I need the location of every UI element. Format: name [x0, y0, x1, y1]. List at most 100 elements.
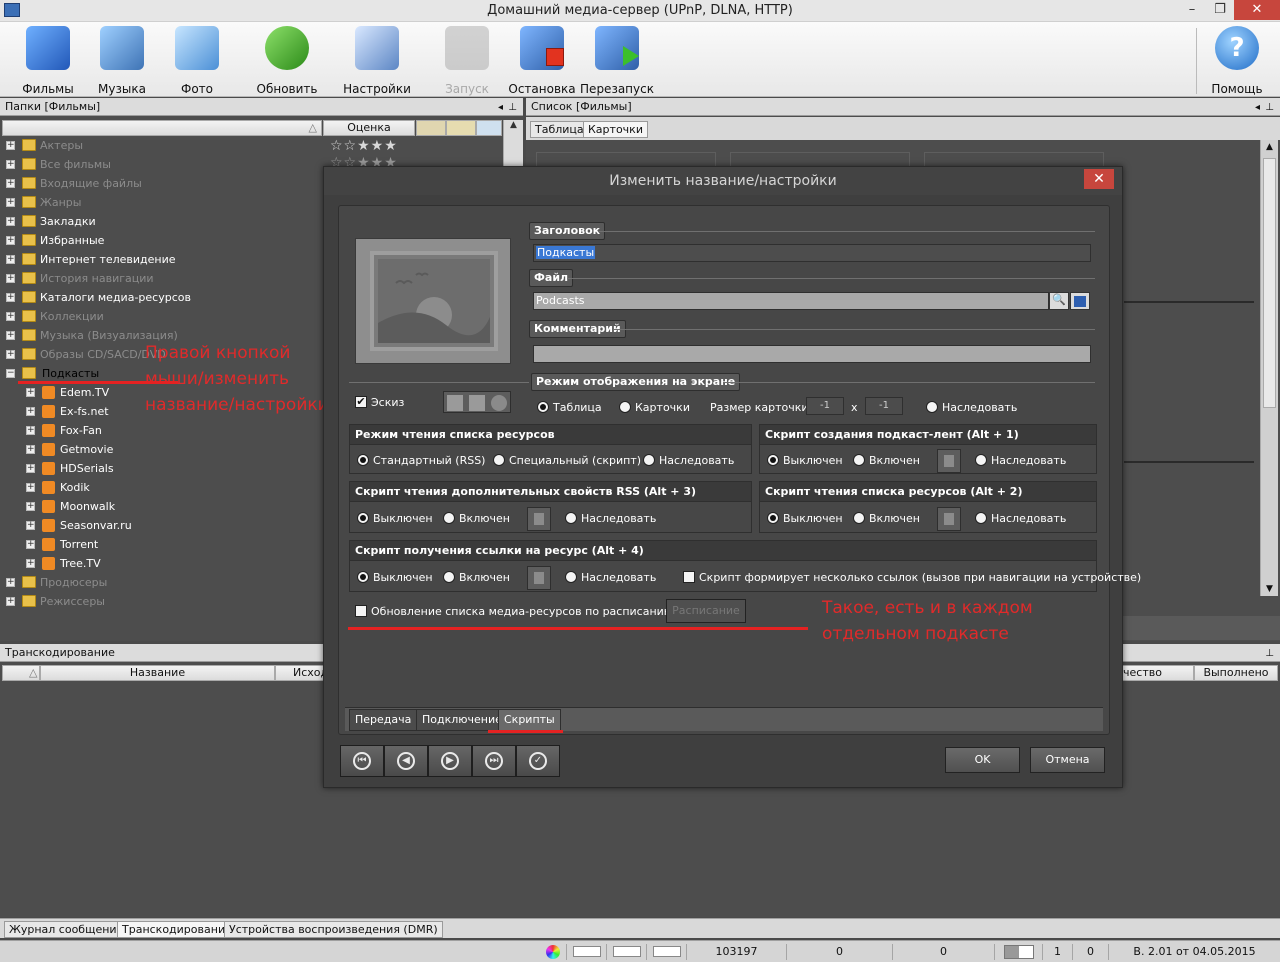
- scroll-down-icon[interactable]: ▼: [1262, 584, 1277, 594]
- pin-icon[interactable]: ⊥: [1265, 645, 1274, 662]
- last-button[interactable]: ⏭: [472, 745, 516, 777]
- rating-column-header[interactable]: Оценка: [323, 120, 415, 136]
- readscript-inherit-radio[interactable]: [975, 512, 987, 524]
- collapse-icon[interactable]: −: [6, 369, 15, 378]
- user-status-icon[interactable]: [994, 944, 1042, 960]
- edit-script-button[interactable]: [937, 449, 961, 473]
- pin-icon[interactable]: ⊥: [508, 99, 517, 116]
- sketch-tool-icon[interactable]: [447, 395, 463, 411]
- help-button[interactable]: ? Помощь: [1197, 26, 1277, 96]
- scroll-thumb[interactable]: [1263, 158, 1276, 408]
- tab-transcoding[interactable]: Транскодирование: [117, 921, 237, 938]
- folder-tree-item[interactable]: + История навигации: [0, 270, 323, 289]
- folder-tree-item[interactable]: + Жанры: [0, 194, 323, 213]
- expand-icon[interactable]: +: [6, 274, 15, 283]
- column-icon-2[interactable]: [446, 120, 476, 136]
- folder-tree-item[interactable]: + Режиссеры: [0, 593, 323, 612]
- podcast-tree-item[interactable]: + Torrent: [0, 536, 323, 555]
- list-scrollbar[interactable]: ▲ ▼: [1260, 140, 1278, 596]
- color-wheel-icon[interactable]: [540, 944, 566, 960]
- apply-button[interactable]: ✓: [516, 745, 560, 777]
- browse-search-icon[interactable]: 🔍: [1049, 292, 1069, 310]
- expand-icon[interactable]: +: [26, 540, 35, 549]
- podcast-tree-item[interactable]: + Kodik: [0, 479, 323, 498]
- expand-icon[interactable]: +: [6, 217, 15, 226]
- expand-icon[interactable]: +: [26, 426, 35, 435]
- expand-icon[interactable]: +: [6, 236, 15, 245]
- panel-arrow-icon[interactable]: ◂: [498, 99, 503, 116]
- read-special-radio[interactable]: [493, 454, 505, 466]
- folder-tree-item[interactable]: + Актеры: [0, 137, 323, 156]
- pin-icon[interactable]: ⊥: [1265, 99, 1274, 116]
- expand-icon[interactable]: +: [26, 521, 35, 530]
- next-button[interactable]: ▶: [428, 745, 472, 777]
- close-button[interactable]: ✕: [1234, 0, 1280, 20]
- folder-tree-item[interactable]: + Все фильмы: [0, 156, 323, 175]
- podcast-tree-item[interactable]: + Moonwalk: [0, 498, 323, 517]
- folder-tree-item[interactable]: + Коллекции: [0, 308, 323, 327]
- launch-button[interactable]: Запуск: [427, 26, 507, 96]
- rating-stars[interactable]: ☆☆★★★: [330, 138, 398, 154]
- tab-connection[interactable]: Подключение: [416, 709, 508, 731]
- podcast-inherit-radio[interactable]: [975, 454, 987, 466]
- sketch-tool-icon[interactable]: [469, 395, 485, 411]
- edit-script-button[interactable]: [527, 507, 551, 531]
- tab-scripts[interactable]: Скрипты: [498, 709, 561, 731]
- photo-button[interactable]: Фото: [157, 26, 237, 96]
- expand-icon[interactable]: +: [26, 464, 35, 473]
- cancel-button[interactable]: Отмена: [1030, 747, 1105, 773]
- tab-table[interactable]: Таблица: [530, 121, 589, 138]
- previous-button[interactable]: ◀: [384, 745, 428, 777]
- expand-icon[interactable]: +: [26, 559, 35, 568]
- stop-button[interactable]: Остановка: [502, 26, 582, 96]
- title-input[interactable]: Подкасты: [533, 244, 1091, 262]
- expand-icon[interactable]: +: [6, 350, 15, 359]
- restart-button[interactable]: Перезапуск: [577, 26, 657, 96]
- scroll-up-icon[interactable]: ▲: [504, 120, 523, 130]
- transcode-col-sort[interactable]: △: [2, 665, 40, 681]
- read-inherit-radio[interactable]: [643, 454, 655, 466]
- podcast-off-radio[interactable]: [767, 454, 779, 466]
- maximize-button[interactable]: ❐: [1206, 0, 1234, 20]
- podcast-tree-item[interactable]: + HDSerials: [0, 460, 323, 479]
- expand-icon[interactable]: +: [6, 312, 15, 321]
- expand-icon[interactable]: +: [6, 160, 15, 169]
- expand-icon[interactable]: +: [26, 407, 35, 416]
- expand-icon[interactable]: +: [6, 179, 15, 188]
- schedule-button[interactable]: Расписание: [666, 599, 746, 623]
- tab-cards[interactable]: Карточки: [583, 121, 648, 138]
- thumbnail-placeholder[interactable]: [355, 238, 511, 364]
- expand-icon[interactable]: +: [26, 502, 35, 511]
- expand-icon[interactable]: +: [26, 445, 35, 454]
- expand-icon[interactable]: +: [6, 578, 15, 587]
- folder-tree-item[interactable]: + Избранные: [0, 232, 323, 251]
- schedule-checkbox[interactable]: [355, 605, 367, 617]
- read-standard-radio[interactable]: [357, 454, 369, 466]
- minimize-button[interactable]: –: [1178, 0, 1206, 20]
- ok-button[interactable]: OK: [945, 747, 1020, 773]
- expand-icon[interactable]: +: [6, 198, 15, 207]
- transcode-col-name[interactable]: Название: [40, 665, 275, 681]
- save-icon[interactable]: [1070, 292, 1090, 310]
- settings-button[interactable]: Настройки: [337, 26, 417, 96]
- expand-icon[interactable]: +: [6, 597, 15, 606]
- podcast-tree-item[interactable]: + Seasonvar.ru: [0, 517, 323, 536]
- folder-tree-item[interactable]: + Каталоги медиа-ресурсов: [0, 289, 323, 308]
- sketch-checkbox[interactable]: ✔: [355, 396, 367, 408]
- folder-tree-item[interactable]: + Закладки: [0, 213, 323, 232]
- dialog-close-button[interactable]: ✕: [1084, 169, 1114, 189]
- tab-message-log[interactable]: Журнал сообщений: [4, 921, 129, 938]
- tree-column-header[interactable]: △: [2, 120, 322, 136]
- transcode-col-quality[interactable]: чество: [1122, 665, 1194, 681]
- column-icon-1[interactable]: [416, 120, 446, 136]
- multi-links-checkbox[interactable]: [683, 571, 695, 583]
- mode-inherit-radio[interactable]: [926, 401, 938, 413]
- readscript-on-radio[interactable]: [853, 512, 865, 524]
- podcast-tree-item[interactable]: + Tree.TV: [0, 555, 323, 574]
- tab-dmr-devices[interactable]: Устройства воспроизведения (DMR): [224, 921, 443, 938]
- scroll-up-icon[interactable]: ▲: [1262, 142, 1277, 152]
- file-input[interactable]: Podcasts: [533, 292, 1049, 310]
- transcode-col-source[interactable]: Исход: [275, 665, 328, 681]
- refresh-button[interactable]: Обновить: [247, 26, 327, 96]
- card-height-input[interactable]: -1: [865, 397, 903, 415]
